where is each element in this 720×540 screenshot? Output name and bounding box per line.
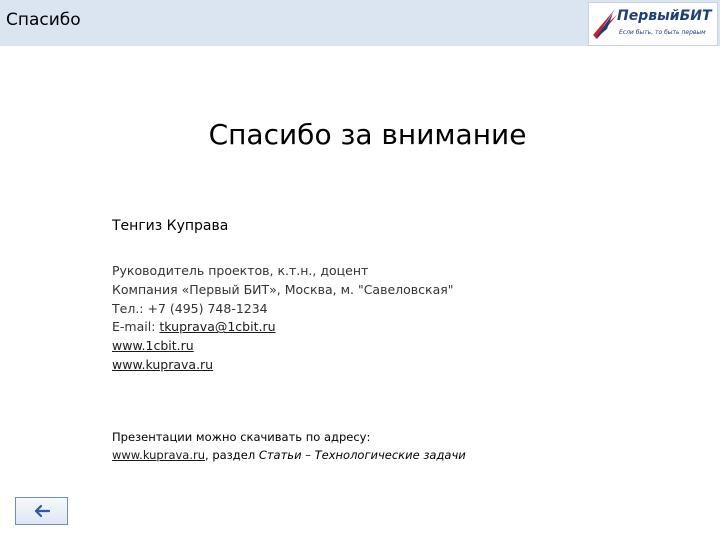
- download-note-text: Презентации можно скачивать по адресу:: [112, 430, 371, 444]
- download-note-mid: , раздел: [205, 448, 259, 462]
- header-bar: Спасибо ПервыйБИТ Если быть, то быть пер…: [0, 0, 720, 46]
- website-link-1cbit[interactable]: www.1cbit.ru: [112, 338, 194, 353]
- back-button[interactable]: [15, 497, 68, 525]
- speaker-name: Тенгиз Куправа: [112, 218, 229, 234]
- contact-details: Руководитель проектов, к.т.н., доцент Ко…: [112, 262, 454, 375]
- download-note: Презентации можно скачивать по адресу: w…: [112, 428, 466, 464]
- speaker-role: Руководитель проектов, к.т.н., доцент: [112, 263, 369, 278]
- email-line: E-mail: tkuprava@1cbit.ru: [112, 318, 454, 337]
- email-label: E-mail:: [112, 319, 160, 335]
- website-link-kuprava[interactable]: www.kuprava.ru: [112, 357, 213, 372]
- email-link[interactable]: tkuprava@1cbit.ru: [159, 319, 275, 334]
- logo-name: ПервыйБИТ: [617, 8, 712, 24]
- arrow-left-icon: [34, 504, 50, 518]
- speaker-company: Компания «Первый БИТ», Москва, м. "Савел…: [112, 281, 454, 297]
- header-title: Спасибо: [6, 10, 81, 30]
- download-note-link-line: www.kuprava.ru, раздел Статьи – Технолог…: [112, 446, 466, 464]
- download-link[interactable]: www.kuprava.ru: [112, 448, 205, 462]
- company-logo: ПервыйБИТ Если быть, то быть первым: [588, 2, 718, 46]
- logo-tagline: Если быть, то быть первым: [619, 29, 706, 36]
- page-title: Спасибо за внимание: [208, 118, 527, 151]
- download-section: Статьи – Технологические задачи: [258, 448, 466, 462]
- phone-number: Тел.: +7 (495) 748-1234: [112, 300, 268, 316]
